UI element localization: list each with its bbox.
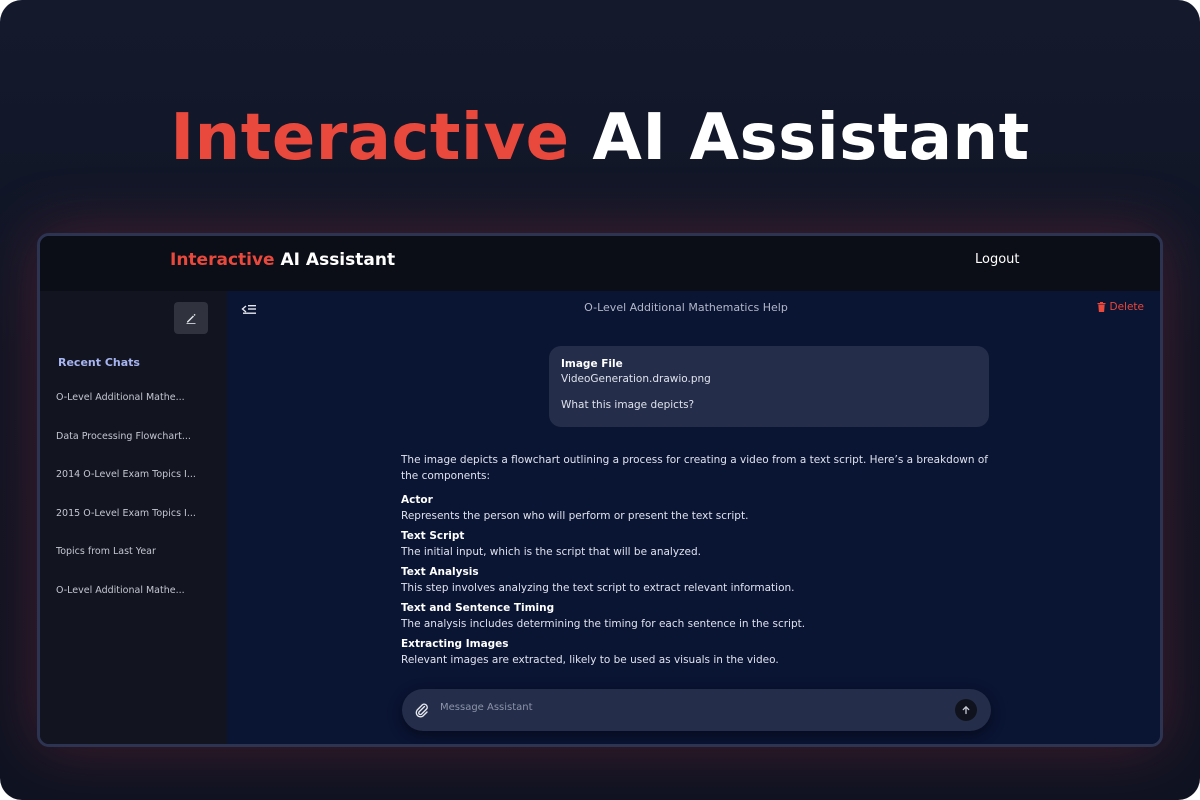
hero-title-rest: AI Assistant xyxy=(592,101,1030,175)
top-bar: Interactive AI Assistant Logout xyxy=(40,236,1160,291)
new-chat-button[interactable] xyxy=(174,302,208,334)
sidebar-item-chat-5[interactable]: Topics from Last Year xyxy=(56,546,216,585)
user-message-text: What this image depicts? xyxy=(561,399,695,411)
edit-icon xyxy=(186,313,196,324)
chat-title: O-Level Additional Mathematics Help xyxy=(584,301,788,314)
component-description: This step involves analyzing the text sc… xyxy=(401,582,795,594)
component-description: The initial input, which is the script t… xyxy=(401,546,702,558)
component-description: The analysis includes determining the ti… xyxy=(401,618,806,630)
chat-main: O-Level Additional Mathematics Help Dele… xyxy=(227,291,1160,744)
attachment-filename[interactable]: VideoGeneration.drawio.png xyxy=(561,373,977,385)
reply-intro: The image depicts a flowchart outlining … xyxy=(401,454,988,482)
user-message-bubble: Image File VideoGeneration.drawio.png Wh… xyxy=(549,346,989,427)
delete-chat-button[interactable]: Delete xyxy=(1097,301,1145,313)
trash-icon xyxy=(1097,302,1105,312)
sidebar-item-chat-2[interactable]: Data Processing Flowchart... xyxy=(56,431,216,470)
message-input[interactable] xyxy=(438,697,942,717)
component-title: Actor xyxy=(401,494,433,506)
component-title: Text Script xyxy=(401,530,465,542)
assistant-reply: The image depicts a flowchart outlining … xyxy=(401,452,996,674)
recent-chats-heading: Recent Chats xyxy=(58,356,140,369)
sidebar-item-chat-4[interactable]: 2015 O-Level Exam Topics I... xyxy=(56,508,216,547)
sidebar-item-chat-6[interactable]: O-Level Additional Mathe... xyxy=(56,585,216,624)
sidebar: Recent Chats O-Level Additional Mathe...… xyxy=(40,291,227,744)
hero-title-accent: Interactive xyxy=(170,101,570,175)
arrow-up-icon xyxy=(962,705,970,715)
component-title: Text Analysis xyxy=(401,566,479,578)
showcase-canvas: Interactive AI Assistant Interactive AI … xyxy=(0,0,1200,800)
attach-button[interactable] xyxy=(414,702,430,718)
send-button[interactable] xyxy=(955,699,977,721)
sidebar-item-chat-3[interactable]: 2014 O-Level Exam Topics I... xyxy=(56,469,216,508)
component-title: Extracting Images xyxy=(401,638,509,650)
sidebar-item-chat-1[interactable]: O-Level Additional Mathe... xyxy=(56,392,216,431)
paperclip-icon xyxy=(415,703,428,718)
app-window: Interactive AI Assistant Logout Recent C… xyxy=(37,233,1163,747)
message-composer xyxy=(402,689,991,731)
brand-rest: AI Assistant xyxy=(280,250,396,270)
component-description: Represents the person who will perform o… xyxy=(401,510,749,522)
brand-accent: Interactive xyxy=(170,250,275,270)
hero-title: Interactive AI Assistant xyxy=(0,96,1200,180)
component-description: Relevant images are extracted, likely to… xyxy=(401,654,779,666)
component-title: Text and Sentence Timing xyxy=(401,602,555,614)
brand-logo[interactable]: Interactive AI Assistant xyxy=(170,250,395,270)
attachment-label: Image File xyxy=(561,358,623,370)
logout-button[interactable]: Logout xyxy=(975,252,1020,267)
recent-chats-list: O-Level Additional Mathe... Data Process… xyxy=(56,392,216,624)
delete-label: Delete xyxy=(1109,301,1145,313)
